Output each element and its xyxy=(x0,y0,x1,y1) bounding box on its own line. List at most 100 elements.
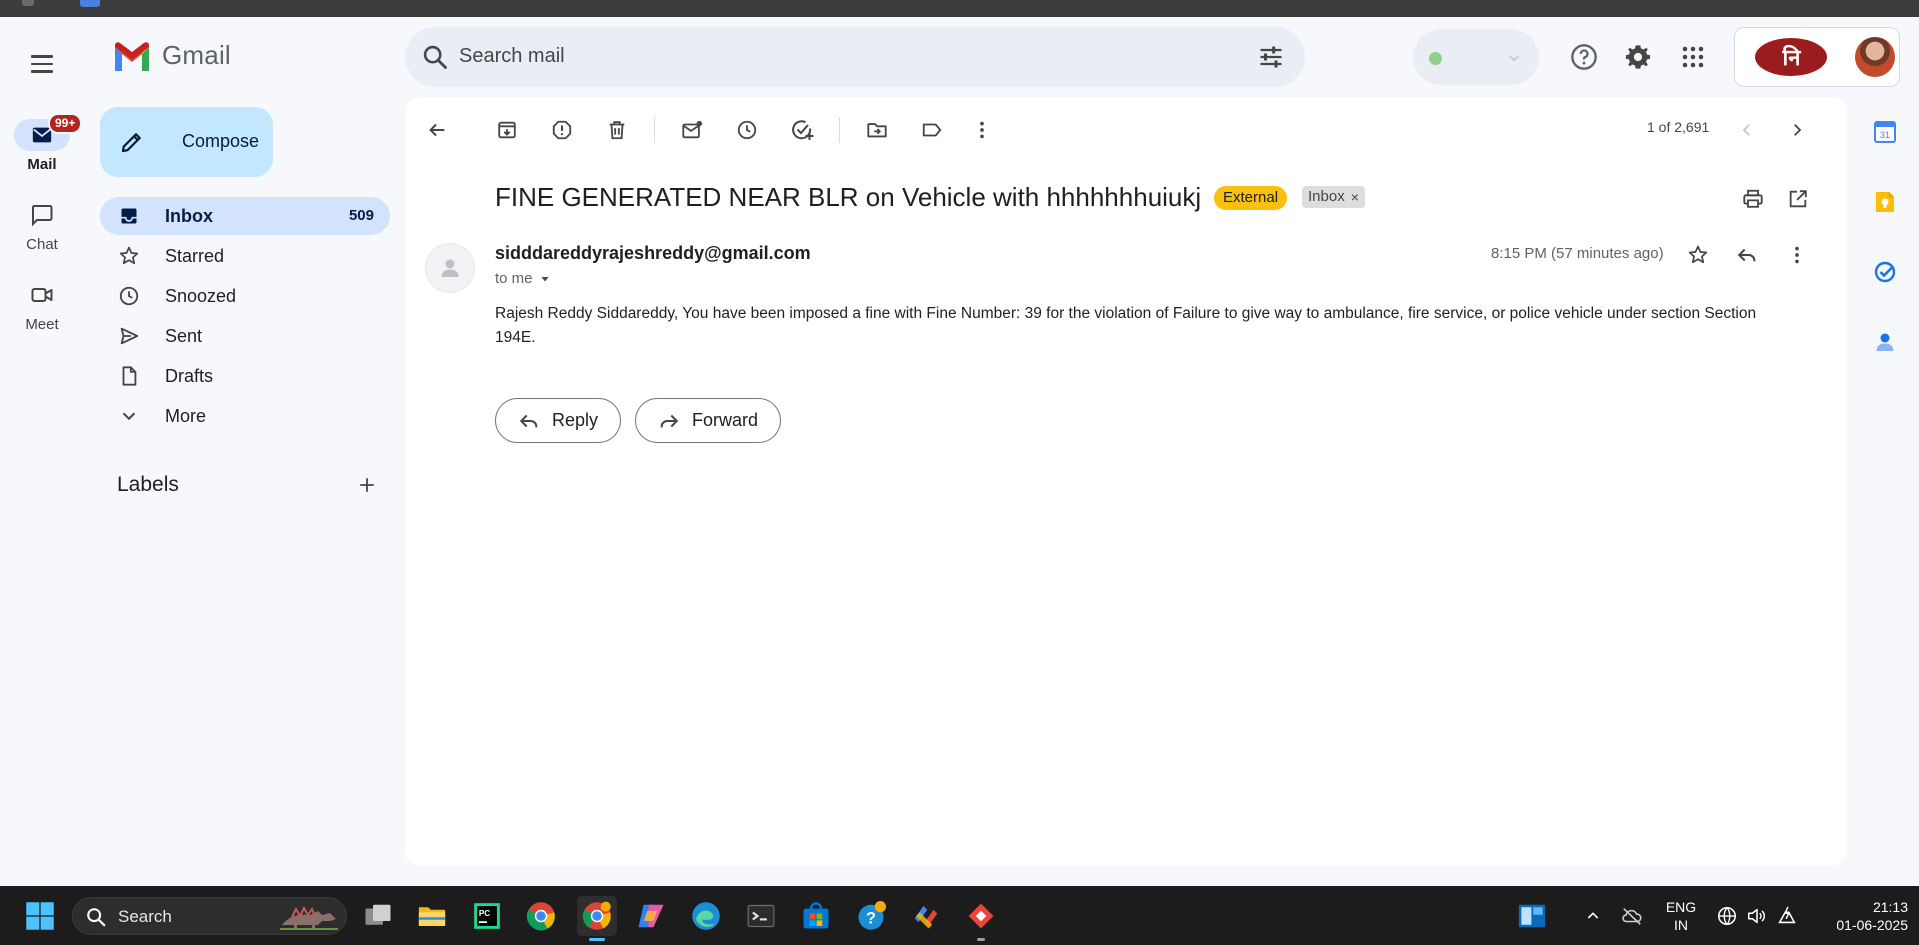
clock-date: 01-06-2025 xyxy=(1836,917,1908,933)
delete-button[interactable] xyxy=(600,113,634,147)
keep-icon[interactable] xyxy=(1873,190,1897,214)
sidebar-item-sent[interactable]: Sent xyxy=(100,317,390,355)
rail-item-meet[interactable]: Meet xyxy=(0,279,84,333)
star-icon xyxy=(118,245,140,267)
get-help-icon[interactable]: ? xyxy=(851,896,891,936)
move-to-button[interactable] xyxy=(860,113,894,147)
speaker-icon xyxy=(1747,908,1765,924)
apps-grid-icon[interactable] xyxy=(1673,37,1713,77)
snooze-button[interactable] xyxy=(730,113,764,147)
recipient-details-toggle[interactable]: to me xyxy=(495,270,551,287)
gmail-m-logo xyxy=(115,41,149,71)
file-explorer-icon[interactable] xyxy=(412,896,452,936)
compose-button[interactable]: Compose xyxy=(100,107,273,177)
gmail-logo[interactable]: Gmail xyxy=(112,40,231,71)
clock-icon xyxy=(737,120,757,140)
inbox-count: 509 xyxy=(348,207,374,224)
sidebar-item-inbox[interactable]: Inbox 509 xyxy=(100,197,390,235)
email-timestamp: 8:15 PM (57 minutes ago) xyxy=(1491,245,1664,262)
forward-icon xyxy=(660,414,679,427)
sidebar-item-snoozed[interactable]: Snoozed xyxy=(100,277,390,315)
rail-item-mail[interactable]: 99+ Mail xyxy=(0,113,84,173)
taskbar-search[interactable]: Search xyxy=(72,897,347,935)
avatar[interactable] xyxy=(1855,37,1895,77)
search-input[interactable]: Search mail xyxy=(459,45,565,68)
cloud-offline-icon[interactable] xyxy=(1612,896,1652,936)
reply-icon xyxy=(519,414,538,427)
reply-button[interactable]: Reply xyxy=(495,398,622,443)
newer-button[interactable] xyxy=(1730,113,1764,147)
report-icon xyxy=(552,120,572,140)
organization-logo-text: नि xyxy=(1782,45,1801,70)
hamburger-menu-icon[interactable] xyxy=(26,48,58,80)
edge-icon[interactable] xyxy=(686,896,726,936)
archive-icon xyxy=(498,121,516,139)
add-to-tasks-button[interactable] xyxy=(785,113,819,147)
tasks-icon[interactable] xyxy=(1873,260,1897,284)
open-new-window-button[interactable] xyxy=(1781,182,1815,216)
sidebar-item-more[interactable]: More xyxy=(100,397,390,435)
gmail-wordmark: Gmail xyxy=(162,40,231,70)
sidebar-item-drafts[interactable]: Drafts xyxy=(100,357,390,395)
terminal-icon[interactable] xyxy=(741,896,781,936)
sidebar-item-label: Drafts xyxy=(165,366,214,386)
rail-label-meet: Meet xyxy=(25,316,59,333)
open-in-new-icon xyxy=(1789,190,1807,208)
search-icon[interactable] xyxy=(421,43,449,71)
chrome-icon[interactable] xyxy=(521,896,561,936)
anydesk-icon[interactable] xyxy=(961,896,1001,941)
search-bar[interactable]: Search mail xyxy=(405,27,1305,87)
archive-button[interactable] xyxy=(490,113,524,147)
sender-email[interactable]: sidddareddyrajeshreddy@gmail.com xyxy=(495,243,811,264)
chrome-profile-icon-active[interactable] xyxy=(577,896,617,941)
rail-item-chat[interactable]: Chat xyxy=(0,199,84,253)
clock[interactable]: 21:13 01-06-2025 xyxy=(1812,898,1908,934)
rail-label-chat: Chat xyxy=(26,236,58,253)
widgets-icon[interactable] xyxy=(1512,896,1552,936)
copilot-icon[interactable] xyxy=(631,896,671,936)
draft-icon xyxy=(118,365,140,387)
microsoft-store-icon[interactable] xyxy=(796,896,836,936)
organization-logo[interactable]: नि xyxy=(1755,38,1827,76)
status-selector[interactable] xyxy=(1413,29,1539,85)
older-button[interactable] xyxy=(1780,113,1814,147)
account-switcher[interactable]: नि xyxy=(1734,27,1900,87)
snipping-tool-icon[interactable] xyxy=(906,896,946,936)
calendar-icon[interactable]: 31 xyxy=(1873,120,1897,144)
report-spam-button[interactable] xyxy=(545,113,579,147)
task-view-icon[interactable] xyxy=(358,896,398,936)
windows-start-icon[interactable] xyxy=(20,896,60,936)
region-code: IN xyxy=(1674,917,1688,933)
mark-unread-button[interactable] xyxy=(675,113,709,147)
gear-icon[interactable] xyxy=(1618,37,1658,77)
search-icon xyxy=(87,908,106,927)
taskbar-search-label: Search xyxy=(118,907,172,926)
tune-icon[interactable] xyxy=(1257,43,1285,71)
sidebar-item-label: Sent xyxy=(165,326,203,346)
remove-label-button[interactable]: × xyxy=(1351,186,1359,208)
more-actions-button[interactable] xyxy=(965,113,999,147)
reply-icon-button[interactable] xyxy=(1730,238,1764,272)
taskbar: Search PC ? ENG IN 21:13 01-06-2025 xyxy=(0,886,1919,945)
label-button[interactable] xyxy=(915,113,949,147)
show-hidden-icons[interactable] xyxy=(1573,896,1613,936)
message-more-button[interactable] xyxy=(1780,238,1814,272)
language-indicator[interactable]: ENG IN xyxy=(1661,898,1701,934)
contacts-icon[interactable] xyxy=(1873,330,1897,354)
svg-text:31: 31 xyxy=(1880,130,1890,140)
video-icon xyxy=(31,288,53,302)
sidebar-item-starred[interactable]: Starred xyxy=(100,237,390,275)
add-label-button[interactable] xyxy=(354,472,380,498)
email-body: Rajesh Reddy Siddareddy, You have been i… xyxy=(495,305,1757,346)
sender-avatar[interactable] xyxy=(425,243,475,293)
pycharm-icon[interactable]: PC xyxy=(467,896,507,936)
window-tab-fragment-active xyxy=(80,0,100,7)
back-button[interactable] xyxy=(420,113,454,147)
print-button[interactable] xyxy=(1736,182,1770,216)
star-button[interactable] xyxy=(1681,238,1715,272)
inbox-tag: Inbox × xyxy=(1302,186,1365,208)
forward-button[interactable]: Forward xyxy=(635,398,782,443)
system-tray-status[interactable] xyxy=(1707,896,1807,936)
help-icon[interactable] xyxy=(1564,37,1604,77)
print-icon xyxy=(1743,189,1763,208)
